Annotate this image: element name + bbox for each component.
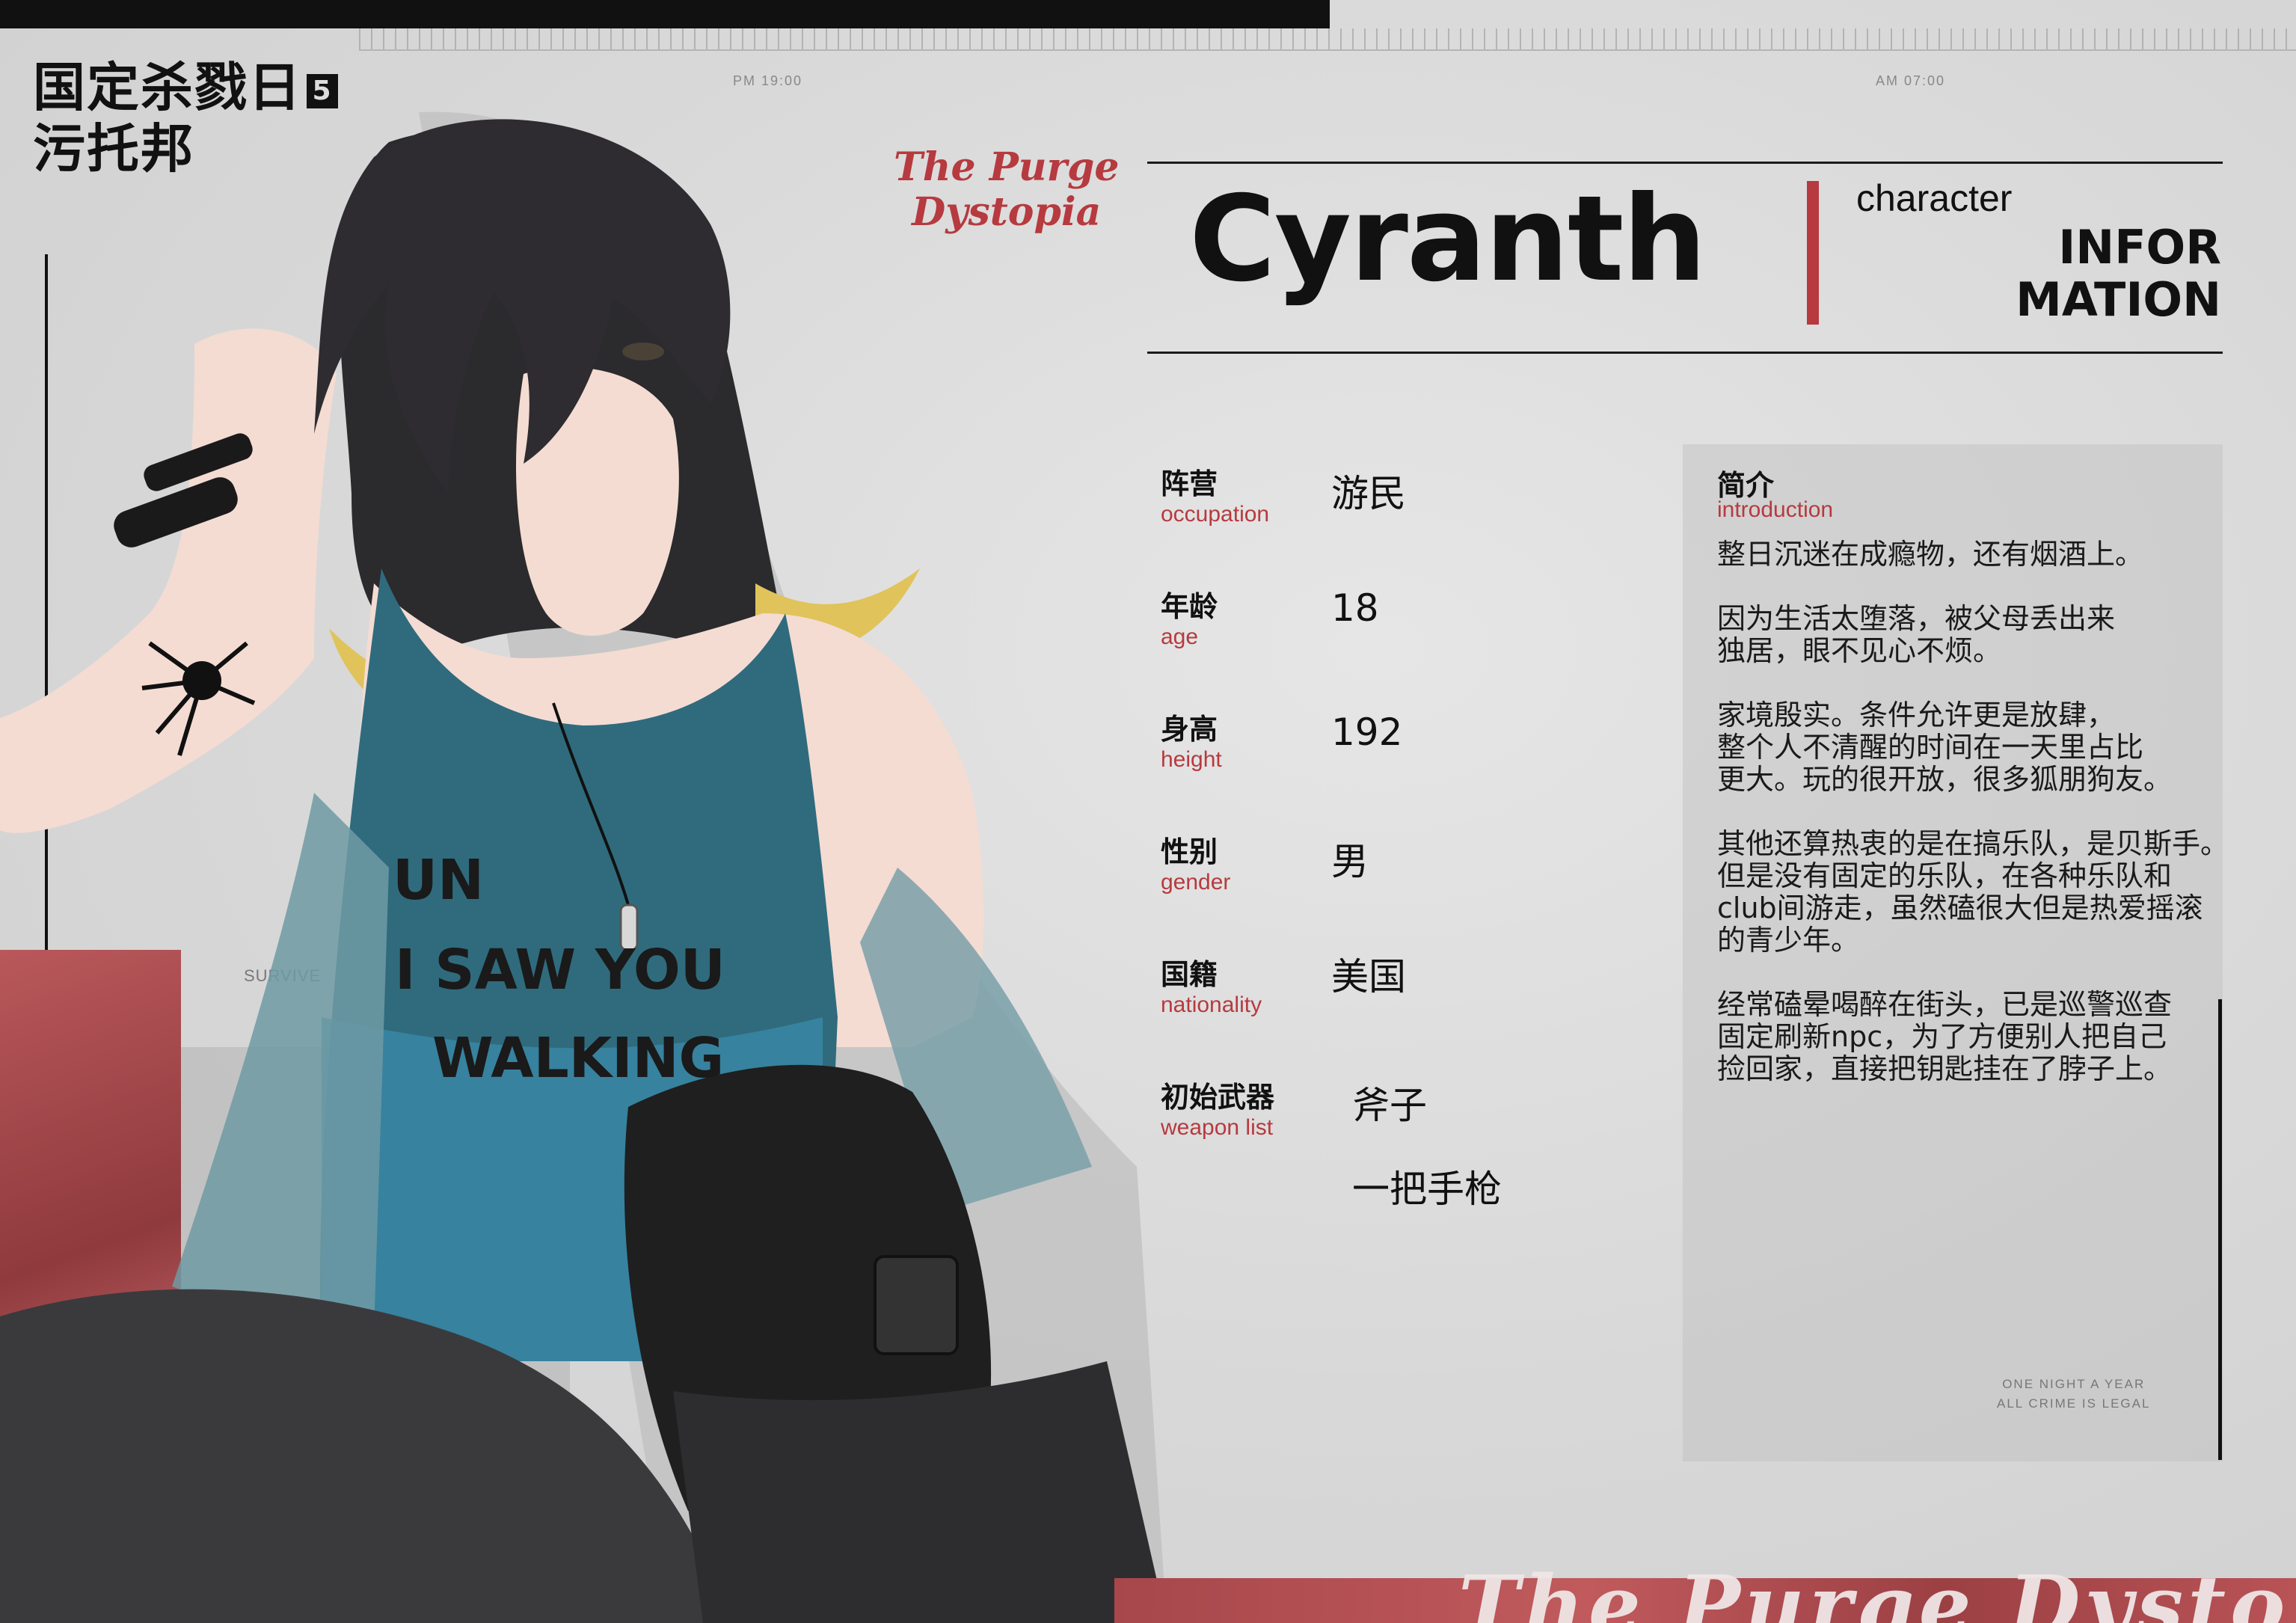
tagline-line2: ALL CRIME IS LEGAL (1997, 1396, 2151, 1411)
tagline-line1: ONE NIGHT A YEAR (2002, 1377, 2146, 1391)
intro-paragraph: 整日沉迷在成瘾物，还有烟酒上。 (1717, 538, 2144, 571)
character-name: Cyranth (1189, 171, 1707, 308)
name-accent-bar (1807, 181, 1819, 325)
field-label-en: age (1161, 625, 1199, 649)
field-label-en: height (1161, 747, 1222, 772)
field-value-gender: 男 (1331, 840, 1369, 883)
tagline: ONE NIGHT A YEAR ALL CRIME IS LEGAL (1997, 1375, 2150, 1414)
subtitle-information: INFOR MATION (2016, 221, 2221, 326)
subtitle-character: character (1856, 177, 2013, 219)
field-label-en: occupation (1161, 502, 1270, 527)
character-illustration: UN I SAW YOU WALKING (0, 111, 1167, 1623)
field-label-cn: 初始武器 (1161, 1081, 1275, 1114)
intro-paragraph: 因为生活太堕落，被父母丢出来 独居，眼不见心不烦。 (1717, 602, 2116, 667)
field-label-cn: 身高 (1161, 713, 1218, 746)
intro-paragraph: 其他还算热衷的是在搞乐队，是贝斯手。 但是没有固定的乐队，在各种乐队和 club… (1717, 827, 2229, 957)
shirt-print-line1: UN (393, 848, 484, 912)
intro-right-line (2218, 999, 2222, 1460)
field-label-en: nationality (1161, 992, 1262, 1017)
field-occupation: 阵营 occupation (1161, 461, 1269, 527)
shirt-print-line2: I SAW YOU (395, 938, 725, 1002)
title-top-rule (1147, 162, 2223, 164)
intro-paragraph: 经常磕晕喝醉在街头，已是巡警巡查 固定刷新npc，为了方便别人把自己 捡回家，直… (1717, 988, 2173, 1085)
intro-subtitle: introduction (1717, 497, 1834, 522)
subtitle-information-line1: INFOR (2058, 220, 2221, 274)
title-bottom-rule (1147, 352, 2223, 354)
field-value-age: 18 (1331, 586, 1379, 630)
field-value-weapon-2: 一把手枪 (1352, 1168, 1502, 1211)
field-nationality: 国籍 nationality (1161, 951, 1262, 1018)
field-age: 年龄 age (1161, 583, 1218, 650)
field-value-nationality: 美国 (1331, 955, 1406, 998)
field-label-cn: 年龄 (1161, 590, 1218, 623)
field-value-occupation: 游民 (1331, 472, 1406, 515)
field-label-cn: 性别 (1161, 835, 1218, 868)
time-label-right: AM 07:00 (1876, 73, 1946, 88)
field-label-cn: 国籍 (1161, 958, 1218, 991)
field-gender: 性别 gender (1161, 829, 1230, 895)
field-label-cn: 阵营 (1161, 467, 1218, 500)
field-value-weapon-1: 斧子 (1352, 1084, 1427, 1127)
field-value-height: 192 (1331, 711, 1403, 754)
intro-body: 整日沉迷在成瘾物，还有烟酒上。 因为生活太堕落，被父母丢出来 独居，眼不见心不烦… (1717, 539, 2296, 1117)
character-sheet: PM 19:00 AM 07:00 国定杀戮日5 污托邦 SURVIVE The… (0, 0, 2296, 1623)
top-dark-bar (0, 0, 1330, 28)
field-height: 身高 height (1161, 706, 1222, 773)
shirt-print-line3: WALKING (432, 1026, 724, 1090)
intro-paragraph: 家境殷实。条件允许更是放肆， 整个人不清醒的时间在一天里占比 更大。玩的很开放，… (1717, 699, 2173, 796)
field-weapons: 初始武器 weapon list (1161, 1074, 1274, 1141)
field-label-en: weapon list (1161, 1115, 1274, 1140)
bottom-banner-text: The Purge Dystopia (1458, 1557, 2296, 1623)
field-label-en: gender (1161, 870, 1231, 895)
subtitle-information-line2: MATION (2016, 272, 2221, 327)
